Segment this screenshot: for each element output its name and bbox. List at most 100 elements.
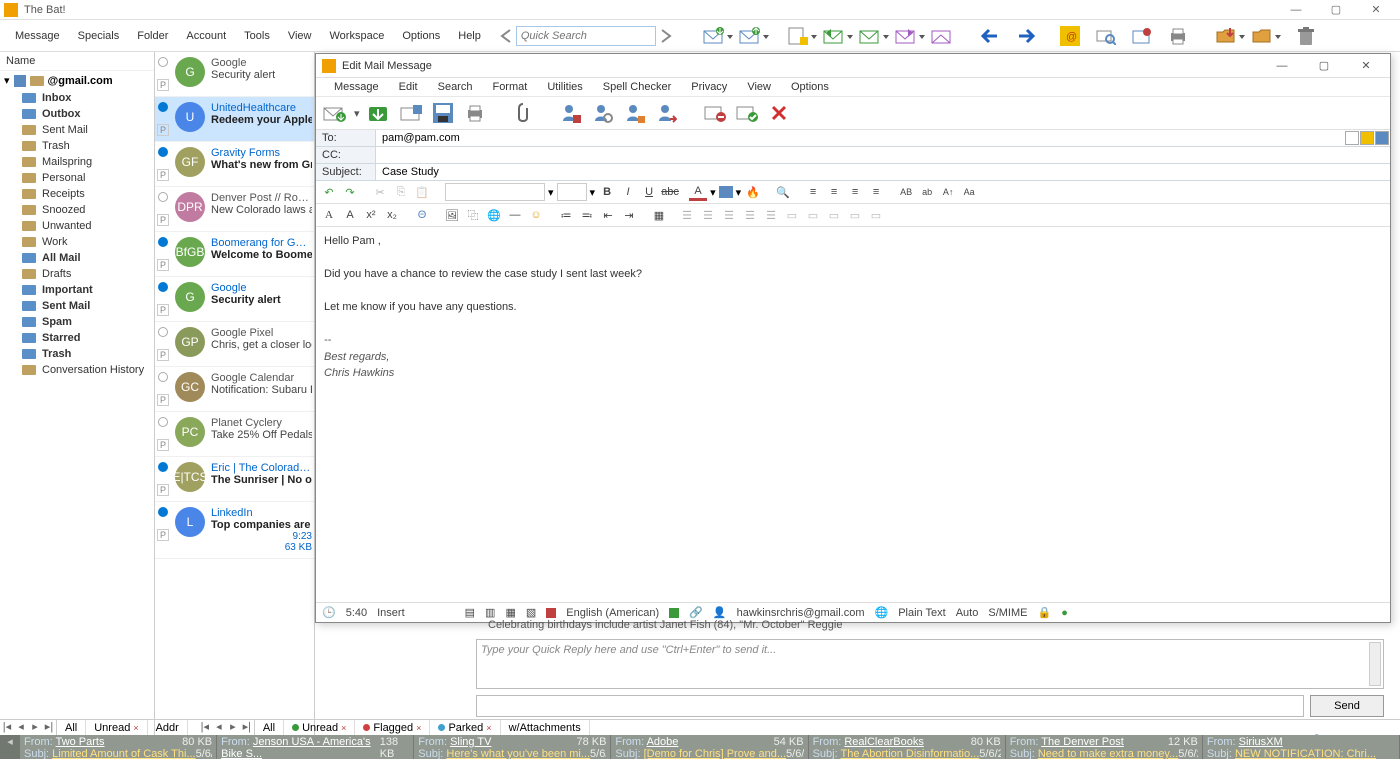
highlight-icon[interactable] — [719, 186, 733, 198]
folder-item[interactable]: Trash — [0, 138, 154, 154]
folder-item[interactable]: All Mail — [0, 250, 154, 266]
forward-icon[interactable] — [893, 23, 919, 49]
quick-reply-input[interactable]: Type your Quick Reply here and use "Ctrl… — [476, 639, 1384, 689]
message-row[interactable]: P PC Planet Cyclery Take 25% Off Pedals! — [155, 412, 314, 457]
compose-menu-utilities[interactable]: Utilities — [537, 81, 592, 93]
save-icon[interactable] — [430, 100, 456, 126]
cancel-icon[interactable] — [766, 100, 792, 126]
t7-icon[interactable]: ▭ — [804, 206, 822, 224]
t5-icon[interactable]: ☰ — [762, 206, 780, 224]
compose-close[interactable]: ✕ — [1348, 59, 1384, 72]
contact-out-icon[interactable] — [654, 100, 680, 126]
compose-menu-search[interactable]: Search — [428, 81, 483, 93]
t1-icon[interactable]: ☰ — [678, 206, 696, 224]
folder-item[interactable]: Unwanted — [0, 218, 154, 234]
menu-view[interactable]: View — [279, 20, 321, 51]
folder-item[interactable]: Mailspring — [0, 154, 154, 170]
new-message-icon[interactable] — [785, 23, 811, 49]
outdent-icon[interactable]: ⇤ — [599, 206, 617, 224]
scrollbar[interactable] — [1369, 642, 1381, 686]
italic-button[interactable]: I — [619, 183, 637, 201]
to-opt2-icon[interactable] — [1360, 131, 1374, 145]
subscript-icon[interactable]: x₂ — [383, 206, 401, 224]
text-color-dd[interactable]: ▾ — [710, 186, 716, 199]
folder-item[interactable]: Conversation History — [0, 362, 154, 378]
paste-icon[interactable]: 📋 — [413, 183, 431, 201]
nav-next-icon[interactable] — [656, 24, 676, 48]
reply-combo[interactable] — [476, 695, 1304, 717]
align-justify-icon[interactable]: ≡ — [867, 183, 885, 201]
find-icon[interactable] — [1093, 23, 1119, 49]
cc-field[interactable] — [376, 147, 1390, 163]
tasks-collapse-icon[interactable]: ◂ — [0, 735, 20, 759]
font-dec-icon[interactable]: Aa — [960, 183, 978, 201]
close-button[interactable]: ✕ — [1356, 1, 1396, 19]
account-row[interactable]: ▾ @gmail.com — [0, 71, 154, 90]
folder-item[interactable]: Outbox — [0, 106, 154, 122]
bullet-list-icon[interactable]: ≔ — [557, 206, 575, 224]
bold-button[interactable]: B — [598, 183, 616, 201]
copy-icon[interactable]: ⎘ — [392, 183, 410, 201]
spell-off-icon[interactable] — [546, 608, 556, 618]
folder-item[interactable]: Trash — [0, 346, 154, 362]
folder-item[interactable]: Work — [0, 234, 154, 250]
message-row[interactable]: P U UnitedHealthcare Redeem your Apple F… — [155, 97, 314, 142]
contact-from-icon[interactable] — [558, 100, 584, 126]
task-item[interactable]: From: Sling TV78 KB Subj: Here's what yo… — [414, 735, 611, 759]
task-item[interactable]: From: RealClearBooks80 KB Subj: The Abor… — [809, 735, 1006, 759]
nav-prev-icon[interactable] — [496, 24, 516, 48]
message-row[interactable]: P BfGB Boomerang for Gmail (B Welcome to… — [155, 232, 314, 277]
menu-options[interactable]: Options — [393, 20, 449, 51]
message-row[interactable]: P G Google Security alert — [155, 277, 314, 322]
resend-icon[interactable] — [929, 23, 955, 49]
compose-maximize[interactable]: ▢ — [1306, 59, 1342, 72]
folder-item[interactable]: Drafts — [0, 266, 154, 282]
font-serif-icon[interactable]: A — [320, 206, 338, 224]
message-row[interactable]: P GP Google Pixel Chris, get a closer lo… — [155, 322, 314, 367]
undo-icon[interactable]: ↶ — [320, 183, 338, 201]
compose-menu-options[interactable]: Options — [781, 81, 839, 93]
search-input[interactable] — [516, 26, 656, 46]
strike-button[interactable]: abc — [661, 183, 679, 201]
tab-w-attachments[interactable]: w/Attachments — [501, 720, 590, 735]
emoji-icon[interactable]: ☺ — [527, 206, 545, 224]
folder-item[interactable]: Starred — [0, 330, 154, 346]
t6-icon[interactable]: ▭ — [783, 206, 801, 224]
arrow-right-icon[interactable] — [1013, 23, 1039, 49]
reply-icon[interactable] — [821, 23, 847, 49]
get-mail-icon[interactable] — [701, 23, 727, 49]
menu-workspace[interactable]: Workspace — [321, 20, 394, 51]
send-mail-icon[interactable] — [737, 23, 763, 49]
menu-help[interactable]: Help — [449, 20, 490, 51]
mark-read-icon[interactable] — [1129, 23, 1155, 49]
address-book-icon[interactable]: @ — [1057, 23, 1083, 49]
case-button[interactable]: ab — [918, 183, 936, 201]
confirm-off-icon[interactable] — [702, 100, 728, 126]
tab-parked[interactable]: Parked × — [430, 720, 500, 735]
trash-icon[interactable] — [1293, 23, 1319, 49]
symbol-icon[interactable]: Θ — [413, 206, 431, 224]
message-row[interactable]: P GF Gravity Forms What's new from Gravi… — [155, 142, 314, 187]
tab-unread[interactable]: Unread × — [284, 720, 355, 735]
compose-menu-spell-checker[interactable]: Spell Checker — [593, 81, 681, 93]
font-sans-icon[interactable]: A — [341, 206, 359, 224]
zoom-icon[interactable]: 🔍 — [774, 183, 792, 201]
number-list-icon[interactable]: ≕ — [578, 206, 596, 224]
t10-icon[interactable]: ▭ — [867, 206, 885, 224]
task-item[interactable]: From: SiriusXM Subj: NEW NOTIFICATION: C… — [1203, 735, 1400, 759]
table-icon[interactable]: ▦ — [650, 206, 668, 224]
redo-icon[interactable]: ↷ — [341, 183, 359, 201]
t3-icon[interactable]: ☰ — [720, 206, 738, 224]
folder-item[interactable]: Spam — [0, 314, 154, 330]
save-draft-icon[interactable] — [398, 100, 424, 126]
align-left-icon[interactable]: ≡ — [804, 183, 822, 201]
task-item[interactable]: From: Jenson USA - America's Bike S...13… — [217, 735, 414, 759]
folder-item[interactable]: Important — [0, 282, 154, 298]
font-dropdown-icon[interactable]: ▾ — [548, 186, 554, 199]
folder-item[interactable]: Sent Mail — [0, 298, 154, 314]
clear-format-icon[interactable]: 🔥 — [744, 183, 762, 201]
font-select[interactable] — [445, 183, 545, 201]
menu-account[interactable]: Account — [177, 20, 235, 51]
queue-icon[interactable] — [366, 100, 392, 126]
message-row[interactable]: P E|TCS Eric | The Colorado Sun The Sunr… — [155, 457, 314, 502]
